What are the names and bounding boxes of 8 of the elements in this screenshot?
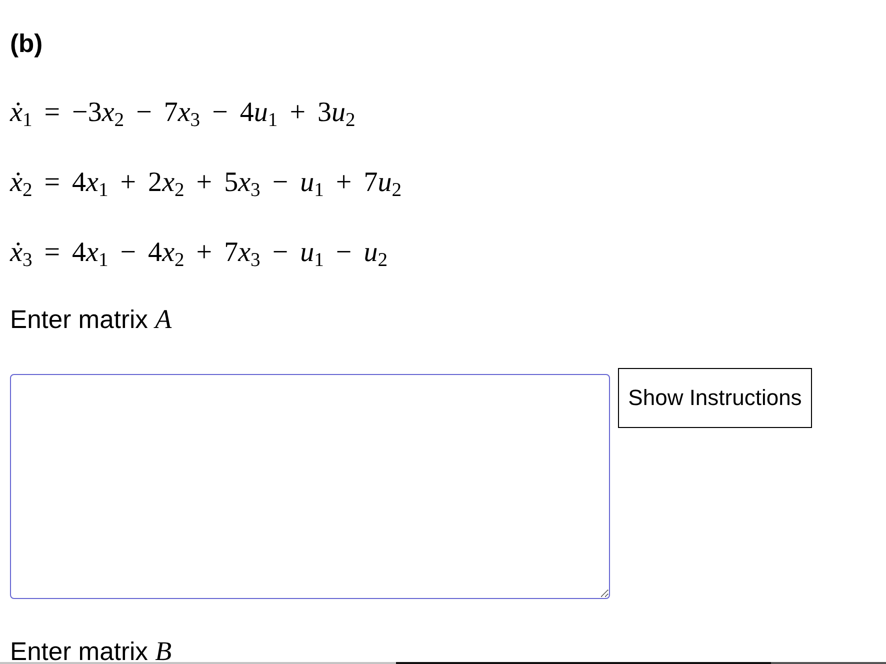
answer-box[interactable] (10, 374, 610, 599)
section-heading: (b) (10, 29, 43, 59)
show-instructions-button[interactable]: Show Instructions (618, 368, 812, 428)
prompt-label: Enter matrix A (10, 304, 172, 334)
equation: ẋ$_{2}$ = 4x$_{1}$ + 2x$_{2}$ + 5x$_{3}$ − u$_{1}$ + 7u$_{2}$ (10, 166, 402, 201)
prompt-label: Enter matrix B (10, 636, 172, 664)
equation: ẋ$_{3}$ = 4x$_{1}$ − 4x$_{2}$ + 7x$_{3}$ − u$_{1}$ − u$_{2}$ (10, 236, 388, 271)
equation: ẋ$_{1}$ = −3x$_{2}$ − 7x$_{3}$ − 4u$_{1}$ + 3u$_{2}$ (10, 96, 356, 131)
